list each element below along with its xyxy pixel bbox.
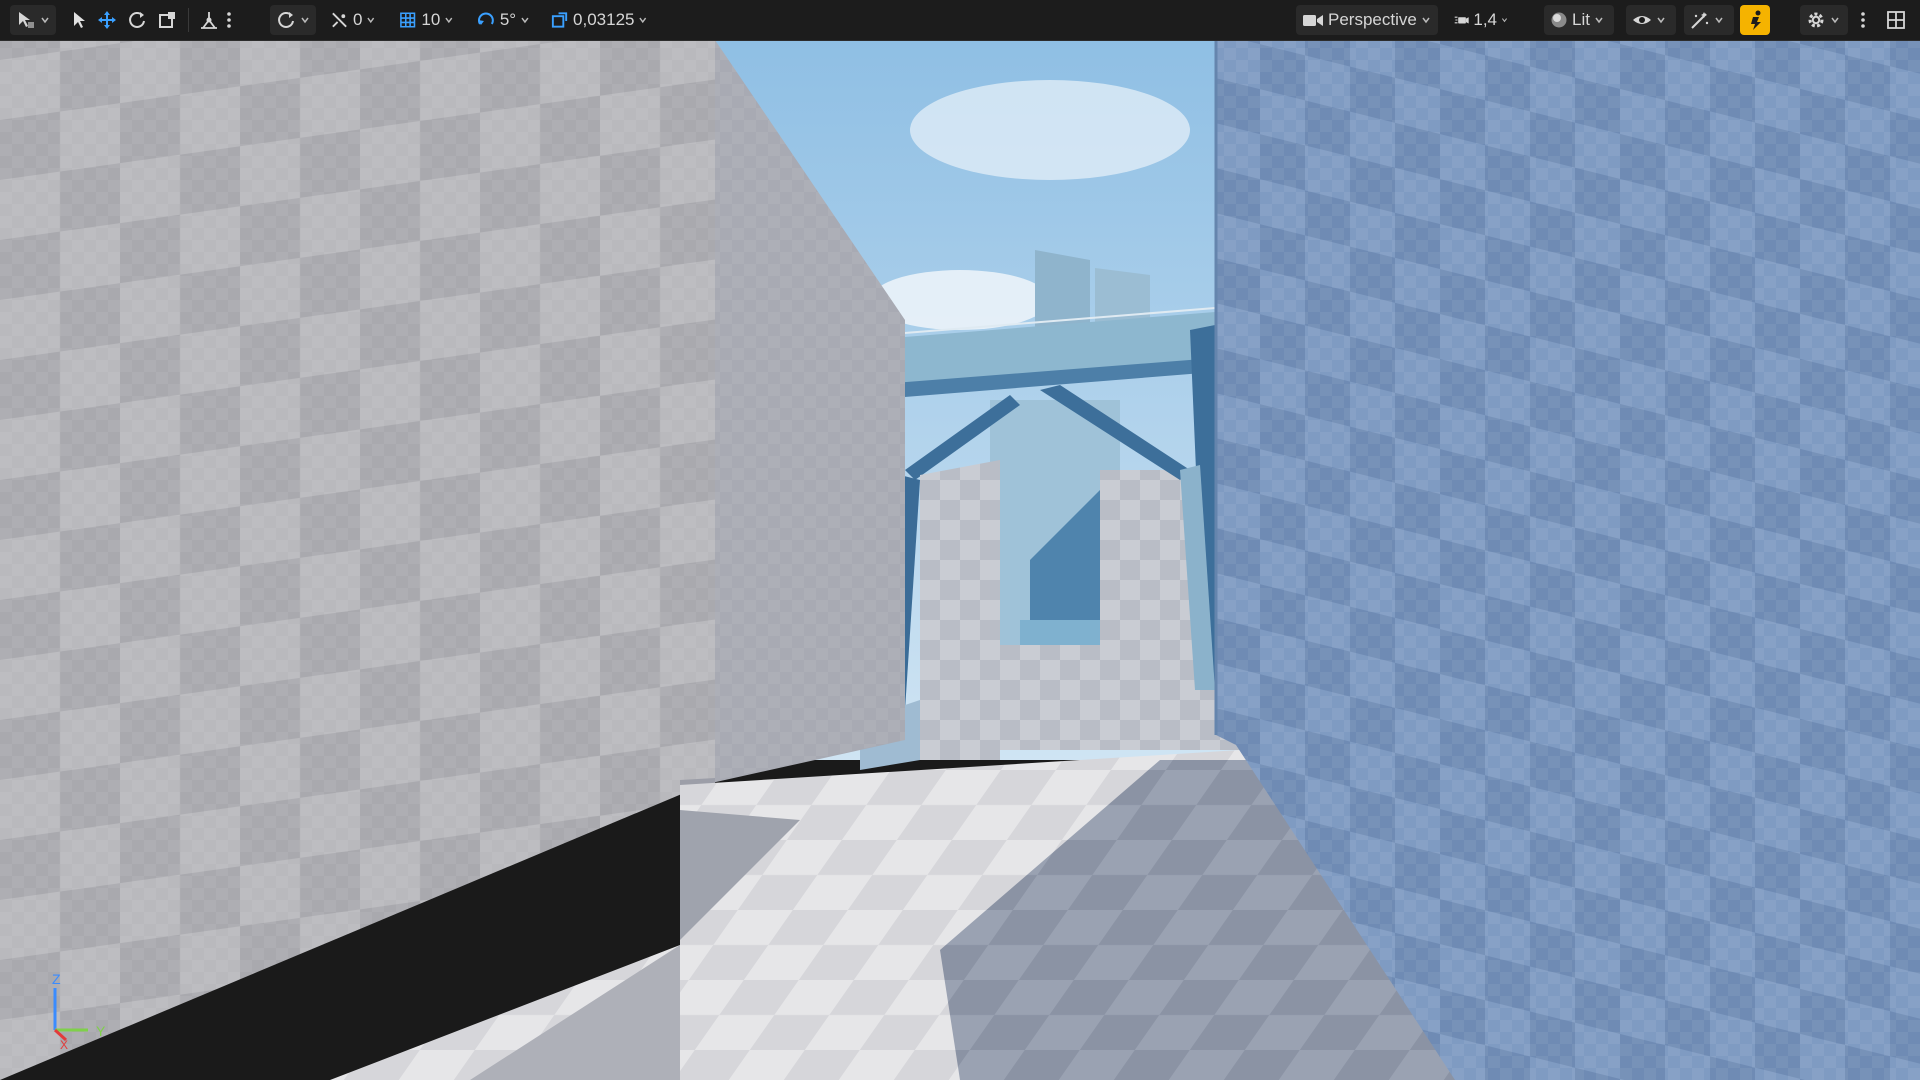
scale-tool-button[interactable] (154, 5, 180, 35)
scale-icon (159, 12, 175, 28)
axis-x-label: X (60, 1038, 68, 1050)
axis-y-label: Y (96, 1023, 106, 1039)
scale-snap-icon (551, 12, 568, 28)
camera-speed-icon (1454, 16, 1469, 24)
rotation-snap-dropdown[interactable]: 5° (470, 5, 536, 35)
chevron-down-icon (445, 17, 453, 24)
lighting-mode-dropdown[interactable]: Lit (1544, 5, 1614, 35)
grid-snap-value: 10 (421, 10, 441, 29)
surface-snap-icon (332, 12, 347, 28)
grid-snap-icon (400, 12, 416, 28)
transform-more-button[interactable] (224, 5, 240, 35)
eye-icon (1633, 16, 1651, 24)
cloud (910, 80, 1190, 180)
chevron-down-icon (41, 17, 49, 24)
chevron-down-icon (1595, 17, 1603, 24)
lit-sphere-icon (1551, 12, 1567, 28)
axis-z-label: Z (52, 971, 61, 987)
lighting-mode-label: Lit (1572, 10, 1590, 29)
chevron-down-icon (1831, 17, 1839, 24)
camera-speed-dropdown[interactable]: 1,4 (1448, 5, 1514, 35)
rotate-icon (129, 12, 145, 28)
layout-grid-icon (1887, 11, 1905, 29)
grid-snap-dropdown[interactable]: 10 (392, 5, 460, 35)
toolbar-divider (188, 8, 189, 32)
center-wall (920, 460, 1000, 760)
axis-gizmo: Z Y X (52, 971, 106, 1050)
camera-speed-value: 1,4 (1473, 10, 1498, 29)
scene-render[interactable] (0, 0, 1920, 1080)
viewport-settings-dropdown[interactable] (1800, 5, 1848, 35)
select-mode-dropdown[interactable] (10, 5, 56, 35)
surface-snap-value: 0 (353, 10, 363, 29)
rotation-snap-value: 5° (499, 10, 517, 29)
select-arrow-icon (74, 12, 85, 28)
show-flags-dropdown[interactable] (1626, 5, 1676, 35)
snap-surface-button[interactable] (196, 5, 222, 35)
viewport-toolbar: 0 10 5° 0,03125 Perspective 1,4 Lit (0, 0, 1920, 41)
lightning-person-icon (1751, 10, 1761, 30)
rotation-snap-icon (477, 12, 494, 25)
viewport-menu-button[interactable] (1858, 5, 1874, 35)
viewport-layout-button[interactable] (1882, 5, 1912, 35)
scale-snap-dropdown[interactable]: 0,03125 (544, 5, 654, 35)
view-mode-label: Perspective (1328, 10, 1417, 29)
view-mode-dropdown[interactable]: Perspective (1296, 5, 1438, 35)
more-vertical-icon (227, 12, 231, 28)
realtime-icon (1691, 12, 1709, 29)
gear-icon (1808, 12, 1824, 28)
chevron-down-icon (639, 17, 647, 24)
chevron-down-icon (1422, 17, 1430, 24)
chevron-down-icon (367, 17, 375, 24)
surface-snap-dropdown[interactable]: 0 (324, 5, 382, 35)
rotate-tool-button[interactable] (124, 5, 150, 35)
level-viewport[interactable]: Z Y X (0, 0, 1920, 1080)
camera-icon (1303, 15, 1323, 26)
chevron-down-icon (301, 17, 309, 24)
coordinate-system-dropdown[interactable] (270, 5, 316, 35)
translate-tool-button[interactable] (94, 5, 120, 35)
translate-icon (98, 11, 116, 29)
snap-surface-icon (201, 12, 217, 29)
chevron-down-icon (1715, 17, 1723, 24)
chevron-down-icon (1501, 18, 1508, 23)
game-view-toggle[interactable] (1740, 5, 1770, 35)
scale-snap-value: 0,03125 (573, 10, 635, 29)
select-mode-icon (19, 12, 34, 28)
chevron-down-icon (521, 17, 529, 24)
kebab-icon (1861, 12, 1865, 28)
chevron-down-icon (1657, 17, 1665, 24)
realtime-dropdown[interactable] (1684, 5, 1734, 35)
select-tool-button[interactable] (66, 5, 92, 35)
world-icon (278, 12, 294, 28)
